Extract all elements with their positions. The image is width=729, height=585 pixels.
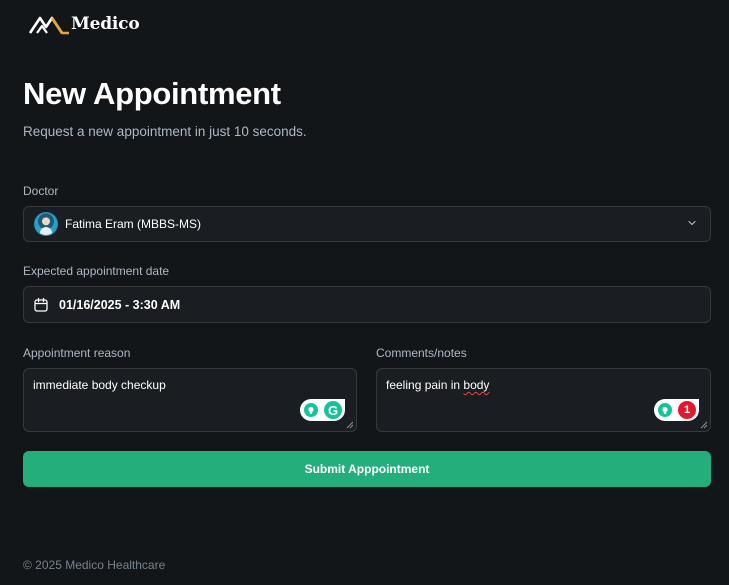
- mountain-logo-icon: [28, 16, 69, 35]
- resize-handle-icon[interactable]: [346, 421, 354, 429]
- brand-logo[interactable]: Medico: [28, 10, 140, 38]
- calendar-icon: [34, 297, 48, 312]
- misspelled-word[interactable]: body: [463, 378, 489, 392]
- footer-copyright: © 2025 Medico Healthcare: [23, 558, 166, 572]
- grammarly-widget[interactable]: G: [300, 399, 345, 421]
- notes-textarea[interactable]: feeling pain in body 1: [376, 368, 711, 432]
- lightbulb-icon: [658, 403, 672, 417]
- notes-label: Comments/notes: [376, 346, 467, 360]
- appointment-date-picker[interactable]: 01/16/2025 - 3:30 AM: [23, 286, 711, 323]
- lightbulb-icon: [304, 403, 318, 417]
- submit-appointment-button[interactable]: Submit Apppointment: [23, 451, 711, 487]
- notes-text-prefix: feeling pain in: [386, 378, 464, 392]
- reason-textarea[interactable]: immediate body checkup G: [23, 368, 357, 432]
- chevron-down-icon[interactable]: [687, 218, 697, 228]
- doctor-selected-value: Fatima Eram (MBBS-MS): [65, 217, 202, 231]
- doctor-select[interactable]: Fatima Eram (MBBS-MS): [23, 206, 711, 242]
- brand-name: Medico: [71, 14, 140, 34]
- page-title: New Appointment: [23, 76, 281, 111]
- new-appointment-page: Medico New Appointment Request a new app…: [0, 0, 729, 585]
- grammarly-g-icon: G: [324, 401, 342, 419]
- date-label: Expected appointment date: [23, 264, 170, 278]
- notes-text: feeling pain in body: [386, 378, 489, 392]
- reason-text: immediate body checkup: [33, 378, 166, 392]
- doctor-avatar: [34, 212, 58, 236]
- reason-label: Appointment reason: [23, 346, 131, 360]
- resize-handle-icon[interactable]: [700, 421, 708, 429]
- grammarly-widget[interactable]: 1: [654, 399, 699, 421]
- grammarly-issue-count: 1: [678, 401, 696, 419]
- doctor-label: Doctor: [23, 184, 59, 198]
- page-subtitle: Request a new appointment in just 10 sec…: [23, 124, 307, 139]
- date-value: 01/16/2025 - 3:30 AM: [59, 297, 181, 312]
